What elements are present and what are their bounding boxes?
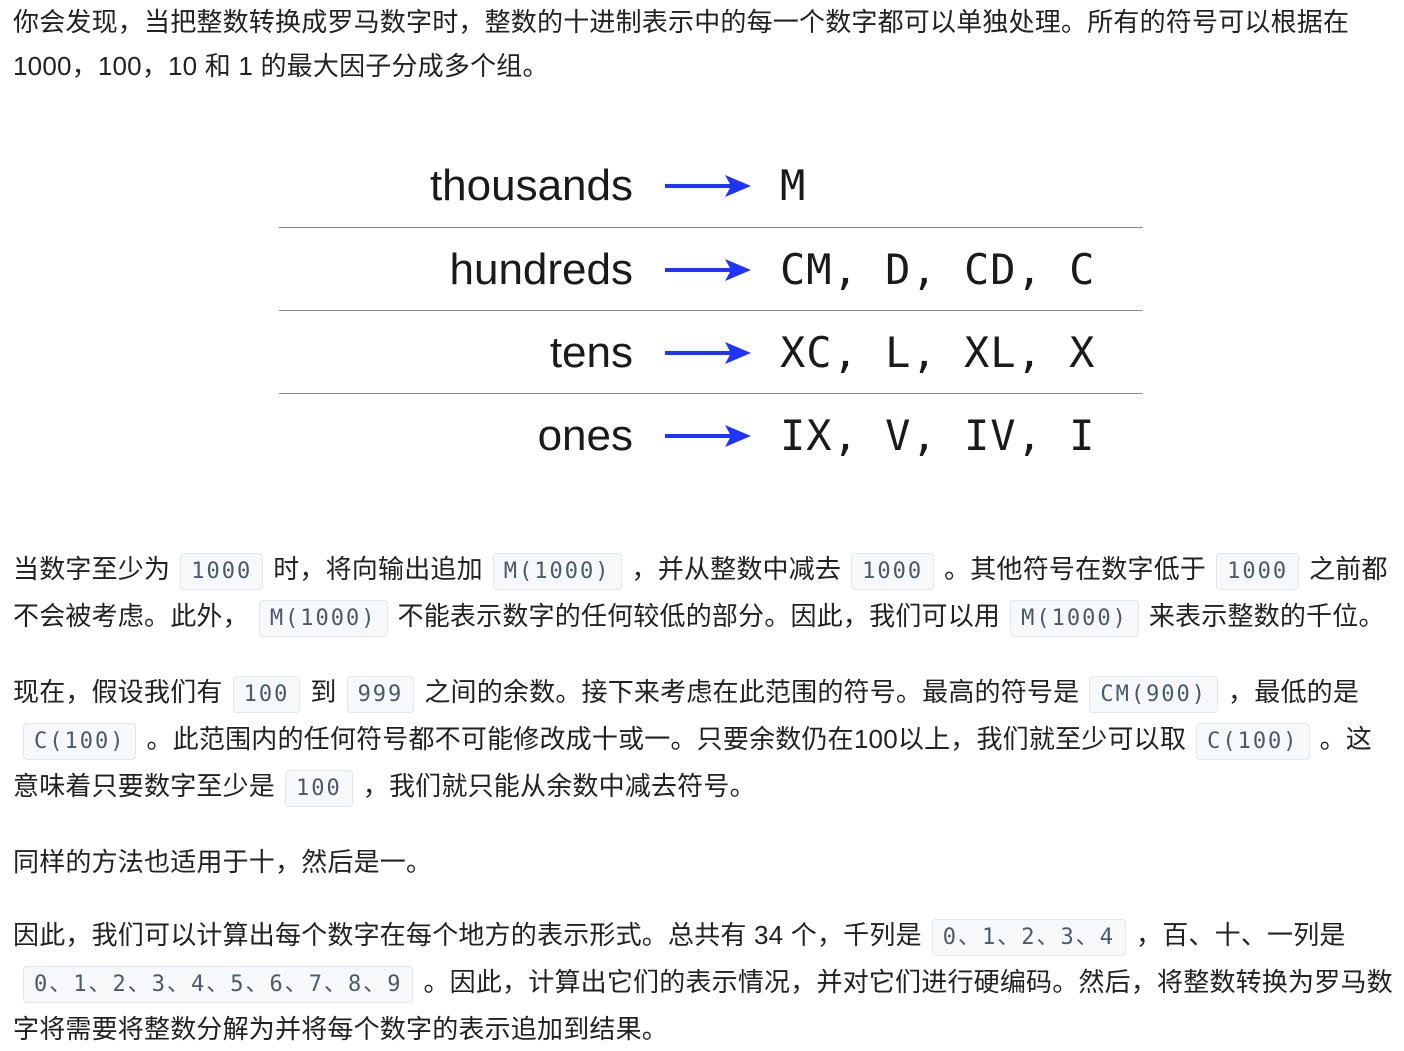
inline-code: M(1000) — [258, 600, 388, 637]
place-value-diagram: thousands M hundreds CM, D, CD, C tens X… — [13, 144, 1393, 546]
thousands-explanation-paragraph: 当数字至少为 1000 时，将向输出追加 M(1000) ，并从整数中减去 1000 。其他… — [13, 547, 1393, 641]
inline-code: CM(900) — [1089, 676, 1219, 713]
text-segment: 现在，假设我们有 — [13, 677, 223, 707]
inline-code: C(100) — [23, 723, 137, 760]
text-segment: 之间的余数。接下来考虑在此范围的符号。最高的符号是 — [424, 677, 1080, 707]
summary-paragraph: 因此，我们可以计算出每个数字在每个地方的表示形式。总共有 34 个，千列是 0、1… — [13, 913, 1393, 1051]
inline-code: 0、1、2、3、4、5、6、7、8、9 — [23, 966, 414, 1003]
place-label-ones: ones — [537, 411, 633, 460]
inline-code: 1000 — [180, 553, 264, 590]
inline-code: 100 — [232, 676, 301, 713]
inline-code: 100 — [285, 770, 353, 807]
arrow-icon — [665, 259, 751, 281]
text-segment: 当数字至少为 — [13, 554, 171, 584]
hundreds-explanation-paragraph: 现在，假设我们有 100 到 999 之间的余数。接下来考虑在此范围的符号。最高的符号是… — [13, 670, 1393, 811]
diagram-row-tens: tens XC, L, XL, X — [13, 311, 1393, 394]
arrow-icon — [665, 342, 751, 364]
text-segment: 到 — [310, 677, 337, 707]
text-segment: 来表示整数的千位。 — [1148, 601, 1385, 631]
inline-code: 0、1、2、3、4 — [931, 919, 1127, 956]
place-label-hundreds: hundreds — [449, 245, 633, 294]
intro-paragraph: 你会发现，当把整数转换成罗马数字时，整数的十进制表示中的每一个数字都可以单独处理… — [13, 7, 1350, 81]
text-segment: ，并从整数中减去 — [631, 554, 842, 584]
text-segment: 不能表示数字的任何较低的部分。因此，我们可以用 — [397, 601, 1001, 631]
inline-code: M(1000) — [1010, 600, 1139, 637]
roman-symbols-thousands: M — [780, 161, 807, 210]
text-segment: 。其他符号在数字低于 — [944, 554, 1207, 584]
diagram-row-thousands: thousands M — [13, 144, 1393, 227]
roman-symbols-tens: XC, L, XL, X — [780, 328, 1096, 377]
diagram-row-ones: ones IX, V, IV, I — [13, 394, 1393, 477]
inline-code: 1000 — [851, 553, 935, 590]
text-segment: ，最低的是 — [1228, 677, 1360, 707]
diagram-row-hundreds: hundreds CM, D, CD, C — [13, 228, 1393, 311]
text-segment: ，我们就只能从余数中减去符号。 — [362, 771, 756, 801]
inline-code: C(100) — [1196, 723, 1310, 760]
tens-ones-paragraph: 同样的方法也适用于十，然后是一。 — [13, 847, 433, 877]
arrow-icon — [665, 175, 751, 197]
place-label-thousands: thousands — [429, 161, 633, 210]
text-segment: ，百、十、一列是 — [1136, 920, 1346, 950]
inline-code: 1000 — [1216, 553, 1300, 590]
roman-symbols-ones: IX, V, IV, I — [780, 411, 1096, 460]
text-segment: 时，将向输出追加 — [273, 554, 483, 584]
arrow-icon — [665, 425, 751, 447]
text-segment: 因此，我们可以计算出每个数字在每个地方的表示形式。总共有 34 个，千列是 — [13, 920, 922, 950]
article-content: 你会发现，当把整数转换成罗马数字时，整数的十进制表示中的每一个数字都可以单独处理… — [13, 0, 1393, 1051]
place-label-tens: tens — [549, 328, 633, 377]
inline-code: 999 — [346, 676, 415, 713]
roman-symbols-hundreds: CM, D, CD, C — [780, 245, 1096, 294]
text-segment: 。此范围内的任何符号都不可能修改成十或一。只要余数仍在100以上，我们就至少可以… — [146, 724, 1187, 754]
inline-code: M(1000) — [492, 553, 622, 590]
